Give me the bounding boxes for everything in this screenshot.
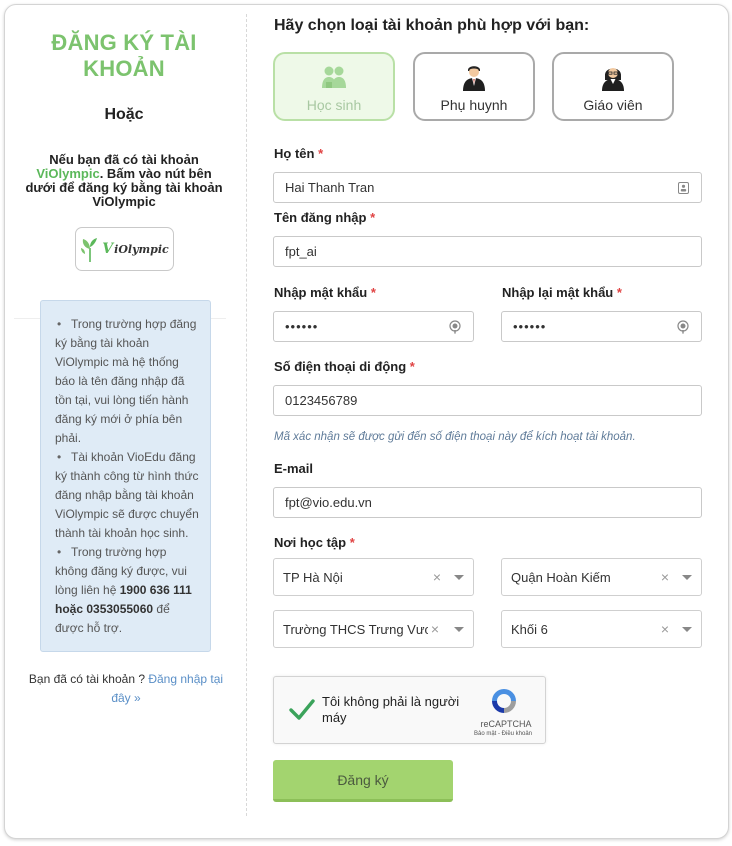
role-teacher-button[interactable]: Giáo viên	[552, 52, 674, 121]
info-note-box: Trong trường hợp đăng ký bằng tài khoản …	[40, 300, 211, 652]
teacher-icon	[602, 68, 624, 91]
username-label: Tên đăng nhập *	[274, 210, 376, 225]
clear-icon[interactable]: ×	[430, 569, 444, 585]
checkmark-icon[interactable]	[288, 695, 316, 723]
confirm-password-label: Nhập lại mật khẩu *	[502, 285, 622, 300]
violympic-description: Nếu bạn đã có tài khoản ViOlympic. Bấm v…	[18, 153, 230, 209]
clear-icon[interactable]: ×	[658, 569, 672, 585]
violympic-logo-text: iOlympic	[114, 242, 169, 256]
register-title: ĐĂNG KÝ TÀI KHOẢN	[51, 30, 197, 81]
note-item: Trong trường hợp đăng ký bằng tài khoản …	[53, 315, 200, 448]
role-student-label: Học sinh	[306, 97, 362, 113]
contact-card-icon	[676, 181, 690, 195]
clear-icon[interactable]: ×	[428, 621, 442, 637]
chevron-down-icon[interactable]	[682, 574, 692, 580]
role-parent-label: Phụ huynh	[440, 97, 508, 113]
password-key-icon[interactable]	[448, 319, 462, 334]
password-input[interactable]: ••••••	[273, 311, 474, 342]
chevron-down-icon[interactable]	[454, 574, 464, 580]
or-label: Hoặc	[104, 106, 144, 123]
role-parent-button[interactable]: Phụ huynh	[413, 52, 535, 121]
role-teacher-label: Giáo viên	[583, 97, 643, 113]
chevron-down-icon[interactable]	[682, 626, 692, 632]
phone-input[interactable]: 0123456789	[273, 385, 702, 416]
recaptcha-widget: Tôi không phải là người máy reCAPTCHA Bả…	[273, 676, 546, 744]
phone-label: Số điện thoại di động *	[274, 359, 415, 374]
username-input[interactable]: fpt_ai	[273, 236, 702, 267]
chevron-down-icon[interactable]	[454, 626, 464, 632]
recaptcha-label: Tôi không phải là người máy	[322, 694, 460, 725]
note-item: Trong trường hợp không đăng ký được, vui…	[53, 543, 200, 638]
fullname-label: Họ tên *	[274, 146, 324, 161]
desc-prefix: Nếu bạn đã có tài khoản	[49, 152, 199, 167]
login-prompt: Bạn đã có tài khoản ? Đăng nhập tại đây …	[22, 670, 230, 708]
school-select[interactable]: Trường THCS Trưng Vương ×	[273, 610, 474, 648]
students-icon	[322, 66, 346, 88]
district-select[interactable]: Quận Hoàn Kiếm ×	[501, 558, 702, 596]
account-type-heading: Hãy chọn loại tài khoản phù hợp với bạn:	[274, 17, 590, 34]
clear-icon[interactable]: ×	[658, 621, 672, 637]
violympic-logo-v: V	[102, 241, 114, 257]
recaptcha-logo-icon	[492, 689, 516, 713]
password-label: Nhập mật khẩu *	[274, 285, 376, 300]
email-label: E-mail	[274, 461, 314, 476]
left-column: ĐĂNG KÝ TÀI KHOẢN Hoặc Nếu bạn đã có tài…	[18, 30, 230, 271]
role-student-button[interactable]: Học sinh	[273, 52, 395, 121]
recaptcha-brand: reCAPTCHA	[480, 719, 532, 729]
fullname-input[interactable]: Hai Thanh Tran	[273, 172, 702, 203]
password-key-icon[interactable]	[676, 319, 690, 334]
register-submit-button[interactable]: Đăng ký	[273, 760, 453, 802]
email-input[interactable]: fpt@vio.edu.vn	[273, 487, 702, 518]
phone-hint: Mã xác nhận sẽ được gửi đến số điện thoạ…	[274, 431, 636, 443]
recaptcha-terms[interactable]: Bảo mật - Điều khoản	[458, 731, 548, 737]
note-item: Tài khoản VioEdu đăng ký thành công từ h…	[53, 448, 200, 543]
confirm-password-input[interactable]: ••••••	[501, 311, 702, 342]
province-select[interactable]: TP Hà Nội ×	[273, 558, 474, 596]
column-divider	[246, 14, 247, 816]
grade-select[interactable]: Khối 6 ×	[501, 610, 702, 648]
login-prefix: Bạn đã có tài khoản ?	[28, 672, 149, 686]
school-label: Nơi học tập *	[274, 535, 355, 550]
violympic-login-button[interactable]: ViOlympic	[74, 227, 174, 271]
desc-brand: ViOlympic	[36, 166, 100, 181]
violympic-leaf-icon	[81, 238, 98, 262]
parent-icon	[463, 66, 485, 91]
